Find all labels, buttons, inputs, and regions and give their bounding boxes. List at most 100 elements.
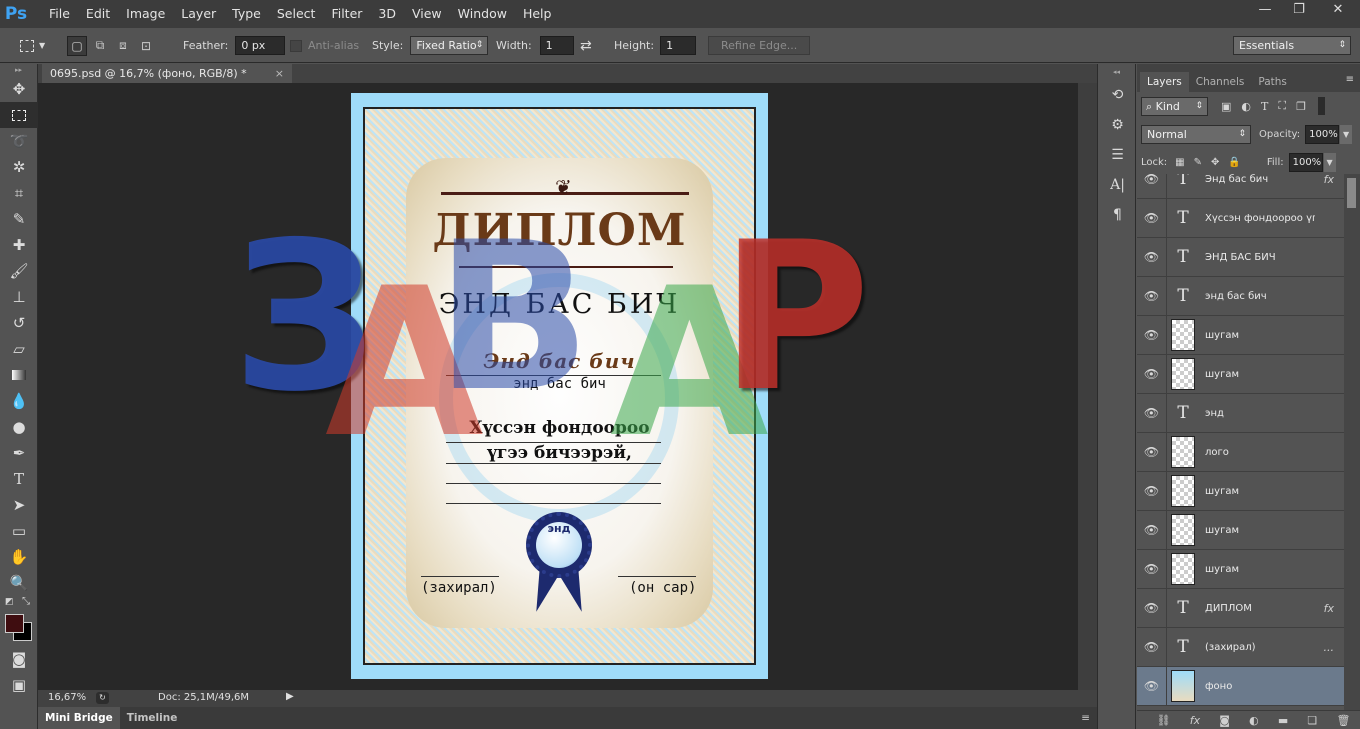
- layer-row[interactable]: 👁 шугам: [1137, 315, 1344, 355]
- layer-name[interactable]: фоно: [1205, 681, 1315, 692]
- link-layers-icon[interactable]: ⛓: [1157, 714, 1171, 727]
- clone-stamp-tool-icon[interactable]: ⊥: [0, 284, 38, 310]
- filter-toggle-icon[interactable]: [1317, 97, 1325, 115]
- tab-layers[interactable]: Layers: [1140, 72, 1189, 92]
- layer-thumbnail[interactable]: [1171, 553, 1195, 585]
- panel-collapse-icon[interactable]: ▸▸: [0, 64, 37, 76]
- text-layer-icon[interactable]: T: [1171, 286, 1195, 306]
- layer-name[interactable]: Энд бас бич: [1205, 174, 1315, 185]
- height-input[interactable]: 1: [660, 36, 697, 55]
- intersect-selection-icon[interactable]: ⊡: [136, 36, 156, 56]
- opacity-input[interactable]: 100%: [1305, 124, 1340, 144]
- quick-mask-icon[interactable]: ◙: [0, 646, 38, 672]
- layer-row[interactable]: 👁 фоно: [1137, 666, 1344, 706]
- layer-row[interactable]: 👁 шугам: [1137, 354, 1344, 394]
- gradient-tool-icon[interactable]: [0, 362, 38, 388]
- tool-preset-picker[interactable]: ▼: [20, 28, 45, 63]
- history-panel-icon[interactable]: ⟲: [1098, 80, 1137, 110]
- layer-name[interactable]: ЭНД БАС БИЧ: [1205, 252, 1315, 263]
- layer-row[interactable]: 👁 шугам: [1137, 549, 1344, 589]
- magic-wand-tool-icon[interactable]: ✲: [0, 154, 38, 180]
- layer-thumbnail[interactable]: [1171, 319, 1195, 351]
- visibility-eye-icon[interactable]: 👁: [1137, 198, 1167, 238]
- layer-row[interactable]: 👁 T Энд бас бич fx: [1137, 174, 1344, 199]
- layer-row[interactable]: 👁 шугам: [1137, 510, 1344, 550]
- lock-all-icon[interactable]: 🔒: [1228, 157, 1240, 168]
- swap-dimensions-icon[interactable]: ⇄: [580, 28, 592, 63]
- dodge-tool-icon[interactable]: ●: [0, 414, 38, 440]
- layer-thumbnail[interactable]: [1171, 436, 1195, 468]
- layer-name[interactable]: (захирал): [1205, 642, 1315, 653]
- document-tab[interactable]: 0695.psd @ 16,7% (фоно, RGB/8) * ×: [42, 64, 292, 83]
- layer-name[interactable]: энд бас бич: [1205, 291, 1315, 302]
- layer-name[interactable]: шугам: [1205, 564, 1315, 575]
- visibility-eye-icon[interactable]: 👁: [1137, 588, 1167, 628]
- path-selection-tool-icon[interactable]: ➤: [0, 492, 38, 518]
- layer-name[interactable]: шугам: [1205, 486, 1315, 497]
- layer-name[interactable]: Хүссэн фондоороо үгэ...: [1205, 213, 1315, 224]
- zoom-tool-icon[interactable]: 🔍: [0, 570, 38, 596]
- layer-thumbnail[interactable]: [1171, 514, 1195, 546]
- tab-mini-bridge[interactable]: Mini Bridge: [38, 707, 120, 729]
- restore-button[interactable]: ❐: [1282, 0, 1316, 18]
- layer-name[interactable]: энд: [1205, 408, 1315, 419]
- add-to-selection-icon[interactable]: ⧉: [90, 36, 110, 56]
- text-layer-icon[interactable]: T: [1171, 403, 1195, 423]
- width-input[interactable]: 1: [539, 36, 574, 55]
- visibility-eye-icon[interactable]: 👁: [1137, 471, 1167, 511]
- swap-colors-icon[interactable]: ⤡: [22, 596, 30, 607]
- menu-select[interactable]: Select: [269, 0, 324, 28]
- workspace-select[interactable]: Essentials: [1233, 36, 1351, 55]
- menu-layer[interactable]: Layer: [173, 0, 224, 28]
- rectangular-marquee-tool-icon[interactable]: [0, 102, 38, 128]
- filter-type-icon[interactable]: T: [1261, 100, 1268, 113]
- delete-layer-icon[interactable]: 🗑: [1336, 714, 1350, 727]
- lock-position-icon[interactable]: ✥: [1211, 157, 1219, 168]
- layers-scrollbar[interactable]: [1344, 174, 1360, 710]
- layers-scroll-thumb[interactable]: [1347, 178, 1356, 208]
- layer-thumbnail[interactable]: [1171, 358, 1195, 390]
- minimize-button[interactable]: —: [1248, 0, 1282, 18]
- visibility-eye-icon[interactable]: 👁: [1137, 627, 1167, 667]
- menu-filter[interactable]: Filter: [323, 0, 370, 28]
- background-thumbnail[interactable]: [1171, 670, 1195, 702]
- text-layer-icon[interactable]: T: [1171, 174, 1195, 189]
- filter-smart-object-icon[interactable]: ❐: [1296, 100, 1306, 113]
- opacity-slider-icon[interactable]: ▼: [1340, 124, 1353, 144]
- tab-channels[interactable]: Channels: [1189, 72, 1252, 92]
- visibility-eye-icon[interactable]: 👁: [1137, 276, 1167, 316]
- adjustments-panel-icon[interactable]: ☰: [1098, 140, 1137, 170]
- menu-file[interactable]: File: [41, 0, 78, 28]
- move-tool-icon[interactable]: ✥: [0, 76, 38, 102]
- layer-name[interactable]: шугам: [1205, 369, 1315, 380]
- menu-type[interactable]: Type: [224, 0, 269, 28]
- layer-thumbnail[interactable]: [1171, 475, 1195, 507]
- feather-input[interactable]: 0 px: [235, 36, 286, 55]
- dock-collapse-icon[interactable]: ◂◂: [1098, 64, 1135, 80]
- add-mask-icon[interactable]: ◙: [1219, 714, 1230, 727]
- foreground-color-swatch[interactable]: [5, 614, 24, 633]
- text-layer-icon[interactable]: T: [1171, 247, 1195, 267]
- layer-row[interactable]: 👁 Tэнд: [1137, 393, 1344, 433]
- blur-tool-icon[interactable]: 💧: [0, 388, 38, 414]
- menu-edit[interactable]: Edit: [78, 0, 118, 28]
- pen-tool-icon[interactable]: ✒: [0, 440, 38, 466]
- visibility-eye-icon[interactable]: 👁: [1137, 354, 1167, 394]
- visibility-eye-icon[interactable]: 👁: [1137, 666, 1167, 706]
- filter-pixel-icon[interactable]: ▣: [1221, 100, 1231, 113]
- lasso-tool-icon[interactable]: ➰: [0, 128, 38, 154]
- new-selection-icon[interactable]: ▢: [67, 35, 87, 56]
- canvas-vertical-scrollbar[interactable]: [1078, 83, 1097, 690]
- visibility-eye-icon[interactable]: 👁: [1137, 393, 1167, 433]
- status-share-icon[interactable]: ↻: [96, 692, 109, 704]
- character-panel-icon[interactable]: A|: [1098, 170, 1137, 200]
- lock-transparent-icon[interactable]: ▦: [1175, 157, 1184, 168]
- visibility-eye-icon[interactable]: 👁: [1137, 174, 1167, 199]
- layer-name[interactable]: лого: [1205, 447, 1315, 458]
- new-layer-icon[interactable]: ❏: [1307, 714, 1317, 727]
- layer-effects-icon[interactable]: fx: [1324, 602, 1334, 615]
- lock-image-icon[interactable]: ✎: [1194, 157, 1202, 168]
- rectangle-tool-icon[interactable]: ▭: [0, 518, 38, 544]
- filter-kind-select[interactable]: ⌕ Kind: [1141, 96, 1208, 116]
- bottom-panel-menu-icon[interactable]: ≡: [1074, 707, 1097, 729]
